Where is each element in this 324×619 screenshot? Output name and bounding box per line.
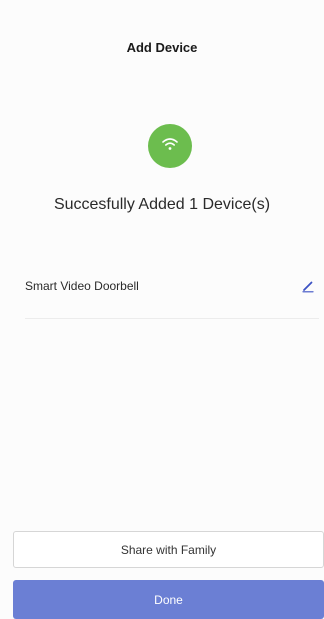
success-message: Succesfully Added 1 Device(s): [53, 196, 271, 213]
share-with-family-button[interactable]: Share with Family: [13, 531, 324, 568]
done-button[interactable]: Done: [13, 580, 324, 619]
page-title: Add Device: [126, 40, 198, 55]
wifi-icon: [161, 136, 179, 157]
row-divider: [25, 318, 319, 319]
device-list-item: Smart Video Doorbell: [25, 266, 319, 306]
add-device-screen: Add Device Succesfully Added 1 Device(s)…: [0, 0, 324, 619]
pencil-icon[interactable]: [297, 275, 319, 297]
success-badge: [148, 124, 192, 168]
device-name: Smart Video Doorbell: [25, 279, 139, 293]
